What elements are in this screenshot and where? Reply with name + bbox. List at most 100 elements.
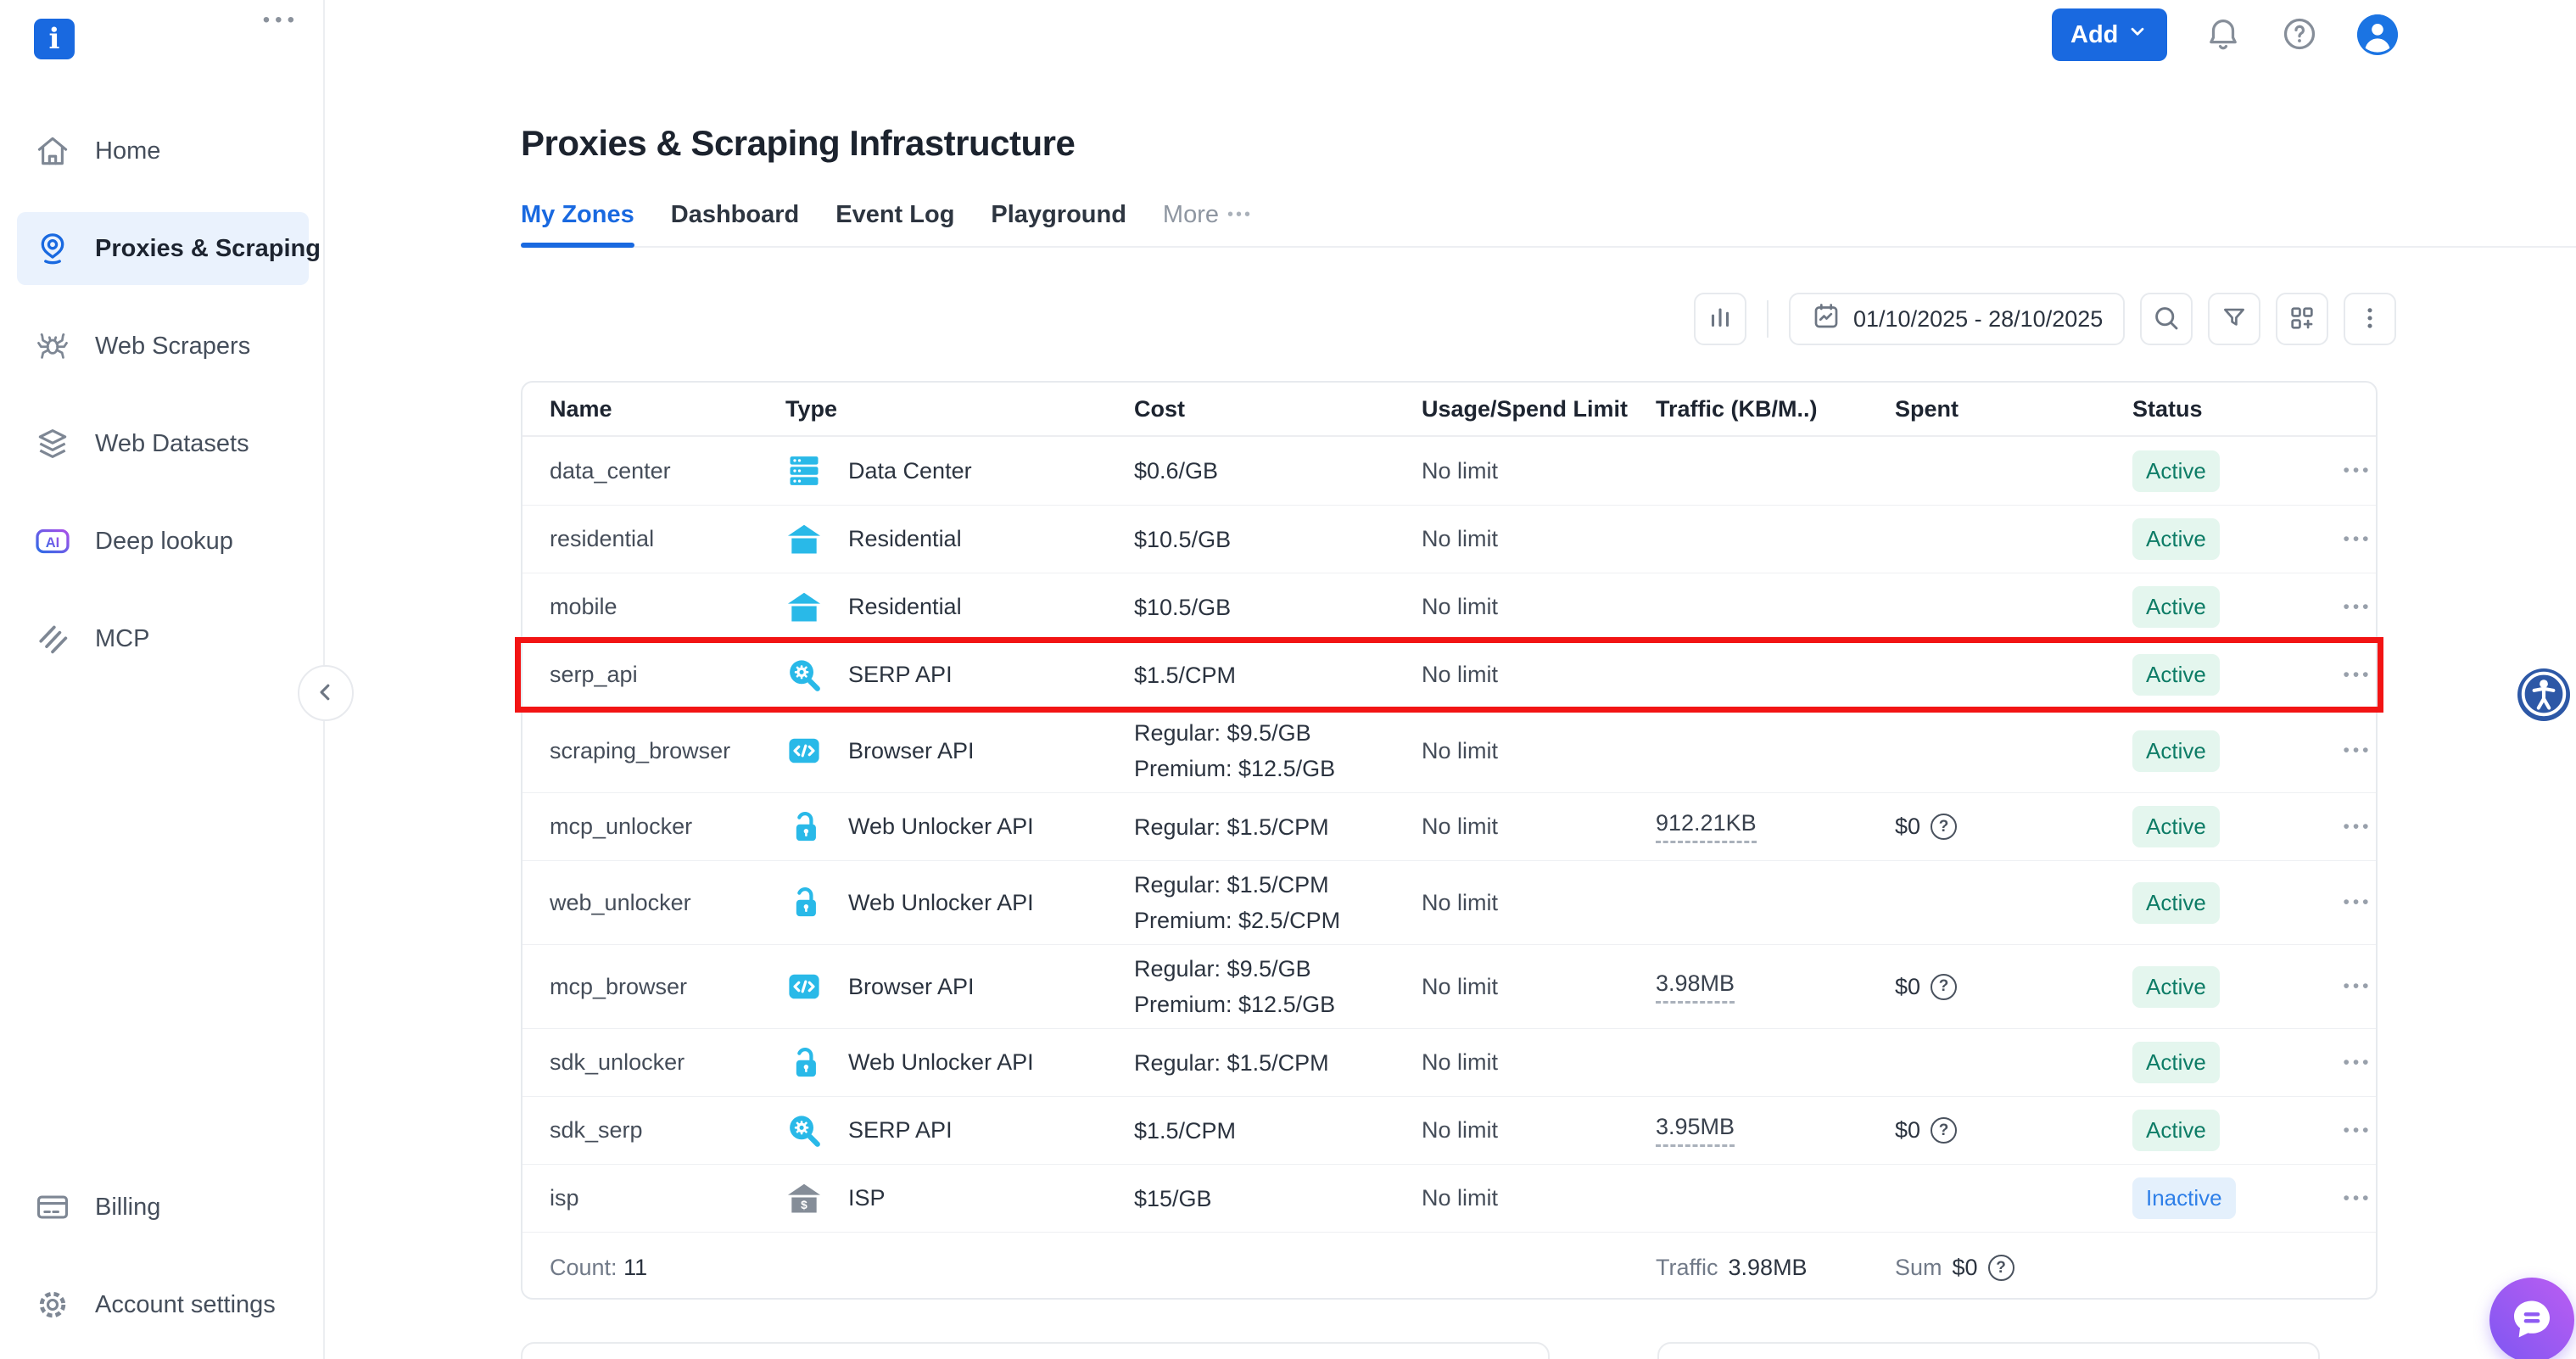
- table-options-button[interactable]: [2344, 293, 2396, 345]
- zone-cost: Regular: $9.5/GBPremium: $12.5/GB: [1134, 951, 1422, 1022]
- filter-button[interactable]: [2208, 293, 2260, 345]
- notifications-button[interactable]: [2203, 14, 2244, 55]
- tab-dashboard[interactable]: Dashboard: [671, 201, 799, 246]
- zone-cost: Regular: $1.5/CPM: [1134, 809, 1422, 845]
- sidebar-item-label: Home: [95, 137, 160, 165]
- table-row-serp-api[interactable]: serp_apiSERP API$1.5/CPMNo limitActive••…: [522, 640, 2376, 708]
- table-row-web-unlocker[interactable]: web_unlockerWeb Unlocker APIRegular: $1.…: [522, 860, 2376, 944]
- tab-my-zones[interactable]: My Zones: [521, 201, 634, 246]
- sidebar-item-web-scrapers[interactable]: Web Scrapers: [17, 310, 309, 383]
- zone-name: mcp_browser: [550, 974, 785, 1000]
- cost-line: $1.5/CPM: [1134, 657, 1422, 693]
- sidebar-item-billing[interactable]: Billing: [17, 1171, 309, 1244]
- table-row-data-center[interactable]: data_centerData Center$0.6/GBNo limitAct…: [522, 437, 2376, 505]
- date-range-button[interactable]: 01/10/2025 - 28/10/2025: [1789, 293, 2125, 345]
- table-row-sdk-unlocker[interactable]: sdk_unlockerWeb Unlocker APIRegular: $1.…: [522, 1028, 2376, 1096]
- table-row-scraping-browser[interactable]: scraping_browserBrowser APIRegular: $9.5…: [522, 708, 2376, 792]
- row-actions-button[interactable]: •••: [2343, 1188, 2372, 1209]
- zone-status: Active: [2132, 806, 2339, 847]
- topbar-actions: Add: [2052, 8, 2398, 61]
- zone-type-label: ISP: [848, 1185, 886, 1211]
- traffic-value[interactable]: 3.98MB: [1656, 970, 1735, 1004]
- row-actions-button[interactable]: •••: [2343, 892, 2372, 913]
- row-actions-button[interactable]: •••: [2343, 741, 2372, 761]
- table-row-isp[interactable]: isp$ISP$15/GBNo limitInactive•••: [522, 1164, 2376, 1232]
- status-badge: Active: [2132, 882, 2220, 924]
- chat-widget-button[interactable]: [2489, 1278, 2574, 1359]
- date-range-value: 01/10/2025 - 28/10/2025: [1853, 306, 2103, 333]
- chat-bubble-icon: [2508, 1295, 2556, 1345]
- sidebar-collapse-button[interactable]: [298, 665, 354, 721]
- column-header-usage-spend-limit: Usage/Spend Limit: [1422, 396, 1656, 422]
- sidebar-menu-icon[interactable]: •••: [263, 8, 299, 32]
- table-row-mcp-browser[interactable]: mcp_browser Browser API Regular: $9.5/GBPr…: [522, 944, 2376, 1028]
- sidebar-item-label: Deep lookup: [95, 528, 233, 556]
- help-button[interactable]: [2279, 14, 2320, 55]
- usage-spend-limit: No limit: [1422, 1185, 1656, 1211]
- table-row-sdk-serp[interactable]: sdk_serpSERP API$1.5/CPMNo limit3.95MB$0…: [522, 1096, 2376, 1164]
- row-actions-button[interactable]: •••: [2343, 665, 2372, 685]
- table-row-mobile[interactable]: mobileResidential$10.5/GBNo limitActive•…: [522, 573, 2376, 640]
- tab-label: Playground: [991, 201, 1126, 229]
- zone-type: Web Unlocker API: [785, 808, 1134, 846]
- sidebar-item-account-settings[interactable]: Account settings: [17, 1268, 309, 1341]
- row-actions-button[interactable]: •••: [2343, 1121, 2372, 1141]
- traffic-value[interactable]: 912.21KB: [1656, 810, 1757, 843]
- spent-value: $0: [1895, 1117, 1920, 1144]
- sidebar-item-web-datasets[interactable]: Web Datasets: [17, 407, 309, 480]
- zone-name: data_center: [550, 458, 785, 484]
- sidebar-item-proxies-scraping[interactable]: Proxies & Scraping: [17, 212, 309, 285]
- usage-spend-limit: No limit: [1422, 458, 1656, 484]
- row-actions-button[interactable]: •••: [2343, 529, 2372, 550]
- usage-spend-limit: No limit: [1422, 1117, 1656, 1144]
- table-row-mcp-unlocker[interactable]: mcp_unlockerWeb Unlocker APIRegular: $1.…: [522, 792, 2376, 860]
- zone-name: web_unlocker: [550, 890, 785, 916]
- accessibility-widget-button[interactable]: [2517, 668, 2570, 721]
- search-button[interactable]: [2140, 293, 2193, 345]
- house-icon: [785, 521, 823, 558]
- sidebar: i ••• Home Proxies & Scraping Web Scrapers…: [0, 0, 325, 1359]
- zone-type: SERP API: [785, 657, 1134, 694]
- user-avatar[interactable]: [2357, 14, 2398, 55]
- zone-name: sdk_unlocker: [550, 1049, 785, 1076]
- sidebar-item-home[interactable]: Home: [17, 115, 309, 187]
- customize-columns-button[interactable]: [2276, 293, 2328, 345]
- tab-event-log[interactable]: Event Log: [835, 201, 954, 246]
- chart-view-button[interactable]: [1694, 293, 1746, 345]
- tab-playground[interactable]: Playground: [991, 201, 1126, 246]
- tab-more[interactable]: More•••: [1163, 201, 1253, 246]
- credit-card-icon: [34, 1188, 71, 1226]
- row-actions-button[interactable]: •••: [2343, 976, 2372, 997]
- tab-label: Dashboard: [671, 201, 799, 229]
- mcp-icon: [34, 620, 71, 657]
- zone-status: Active: [2132, 450, 2339, 492]
- sidebar-item-mcp[interactable]: MCP: [17, 602, 309, 675]
- zone-type-label: Browser API: [848, 974, 975, 1000]
- cost-line: Regular: $1.5/CPM: [1134, 867, 1422, 903]
- status-badge: Active: [2132, 966, 2220, 1008]
- zone-cost: $1.5/CPM: [1134, 657, 1422, 693]
- status-badge: Active: [2132, 1042, 2220, 1083]
- table-header-row: NameTypeCostUsage/Spend LimitTraffic (KB…: [522, 383, 2376, 437]
- home-icon: [34, 132, 71, 170]
- zone-type: Web Unlocker API: [785, 1044, 1134, 1082]
- spent-help-icon[interactable]: ?: [1931, 1117, 1957, 1144]
- spent-help-icon[interactable]: ?: [1931, 814, 1957, 840]
- add-button[interactable]: Add: [2052, 8, 2167, 61]
- traffic-total-value: 3.98MB: [1729, 1255, 1808, 1281]
- zone-status: Active: [2132, 1042, 2339, 1083]
- sum-help-icon[interactable]: ?: [1988, 1255, 2014, 1281]
- kebab-menu-icon: [2355, 304, 2384, 335]
- traffic-value[interactable]: 3.95MB: [1656, 1114, 1735, 1147]
- row-actions-button[interactable]: •••: [2343, 461, 2372, 481]
- status-badge: Active: [2132, 654, 2220, 696]
- table-row-residential[interactable]: residentialResidential$10.5/GBNo limitAc…: [522, 505, 2376, 573]
- spent-help-icon[interactable]: ?: [1931, 974, 1957, 1000]
- column-header-cost: Cost: [1134, 396, 1422, 422]
- row-actions-button[interactable]: •••: [2343, 817, 2372, 837]
- zone-type: Data Center: [785, 452, 1134, 489]
- row-actions-button[interactable]: •••: [2343, 1053, 2372, 1073]
- brand-logo[interactable]: i: [34, 19, 75, 59]
- sidebar-item-deep-lookup[interactable]: AIDeep lookup: [17, 505, 309, 578]
- row-actions-button[interactable]: •••: [2343, 597, 2372, 618]
